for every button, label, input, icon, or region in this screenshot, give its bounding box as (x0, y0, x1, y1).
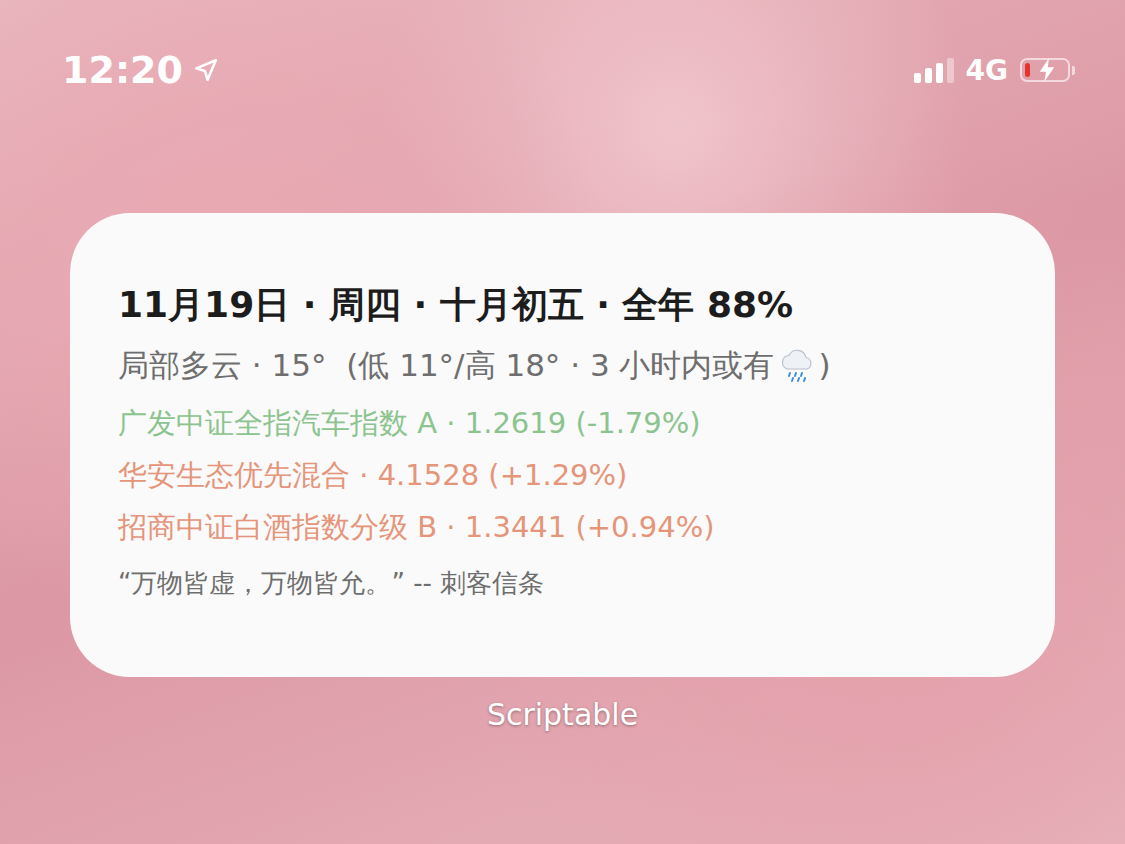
fund-line: 华安生态优先混合 · 4.1528 (+1.29%) (118, 449, 1015, 501)
fund-line: 招商中证白酒指数分级 B · 1.3441 (+0.94%) (118, 501, 1015, 553)
date-line: 11月19日 · 周四 · 十月初五 · 全年 88% (118, 281, 1015, 329)
battery-icon (1020, 58, 1075, 82)
status-bar: 12:20 4G (0, 0, 1125, 96)
rain-cloud-icon (777, 345, 817, 385)
weather-line: 局部多云 · 15° (低 11°/高 18° · 3 小时内或有) (118, 339, 1015, 391)
network-type: 4G (966, 54, 1008, 87)
scriptable-widget[interactable]: 11月19日 · 周四 · 十月初五 · 全年 88% 局部多云 · 15° (低… (70, 213, 1055, 677)
signal-bars-icon (914, 57, 954, 83)
location-arrow-icon (193, 57, 219, 83)
charging-bolt-icon (1038, 56, 1056, 84)
fund-line: 广发中证全指汽车指数 A · 1.2619 (-1.79%) (118, 397, 1015, 449)
quote-line: “万物皆虚，万物皆允。” -- 刺客信条 (118, 557, 1015, 609)
home-screen: 12:20 4G 11月19日 · 周四 · 十月初五 · 全年 88% 局部多云 ·… (0, 0, 1125, 844)
status-time: 12:20 (62, 48, 183, 92)
widget-app-label: Scriptable (487, 697, 638, 732)
